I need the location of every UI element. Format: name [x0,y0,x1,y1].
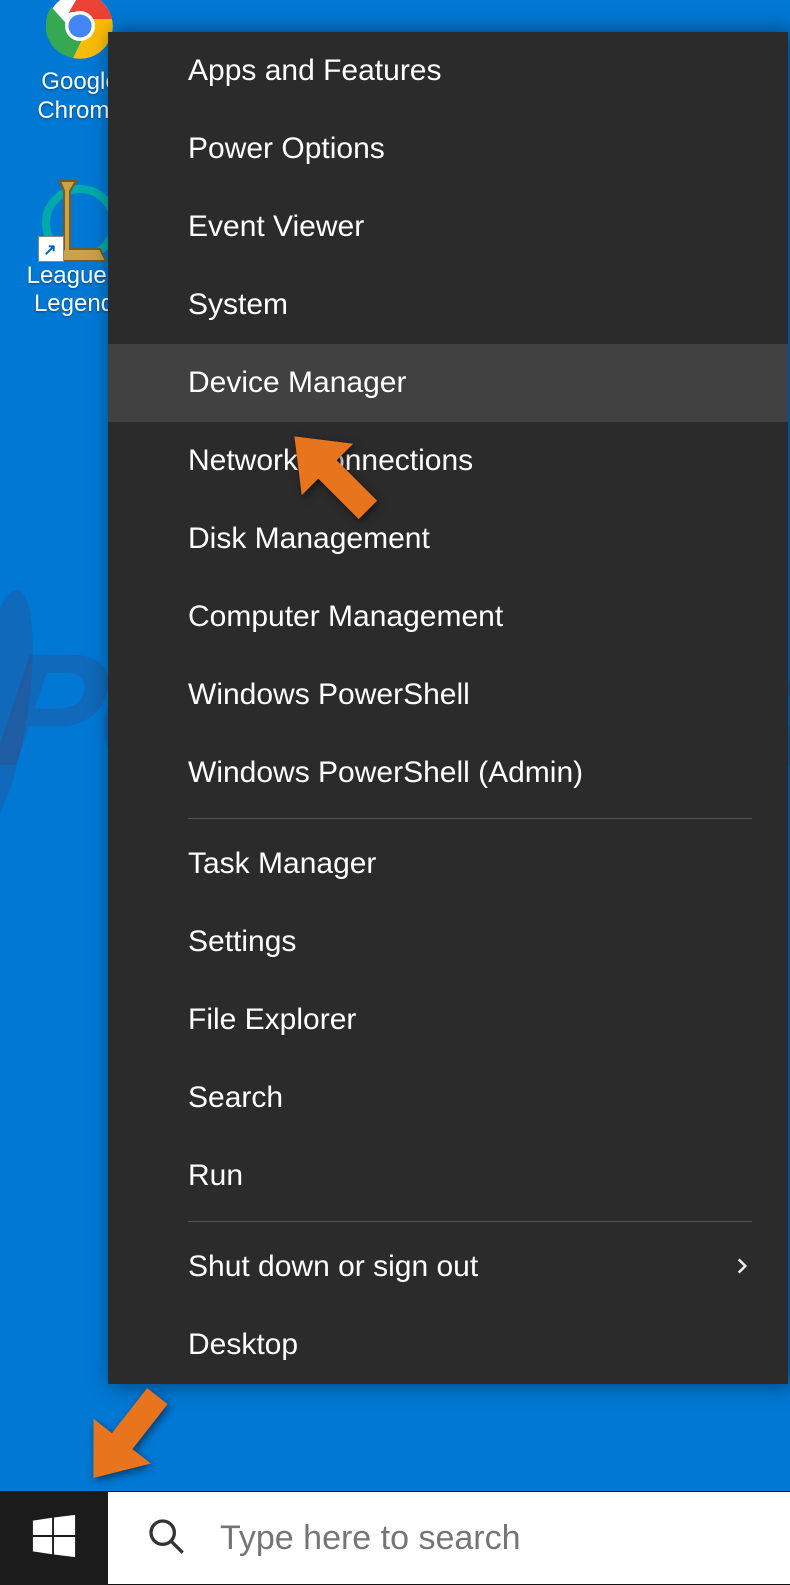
menu-item-label: Task Manager [188,847,376,881]
menu-item-label: Apps and Features [188,54,442,88]
menu-item-system[interactable]: System [108,266,788,344]
menu-item-label: Search [188,1081,283,1115]
menu-item-label: Computer Management [188,600,503,634]
menu-item-label: System [188,288,288,322]
menu-item-disk-management[interactable]: Disk Management [108,500,788,578]
menu-item-run[interactable]: Run [108,1137,788,1215]
menu-item-settings[interactable]: Settings [108,903,788,981]
menu-item-label: Event Viewer [188,210,364,244]
menu-item-desktop[interactable]: Desktop [108,1306,788,1384]
menu-item-task-manager[interactable]: Task Manager [108,825,788,903]
menu-item-computer-management[interactable]: Computer Management [108,578,788,656]
menu-item-label: Windows PowerShell (Admin) [188,756,583,790]
menu-item-device-manager[interactable]: Device Manager [108,344,788,422]
menu-separator [188,1221,752,1222]
taskbar [0,1491,790,1585]
menu-item-label: Settings [188,925,296,959]
menu-item-label: Disk Management [188,522,430,556]
search-input[interactable] [220,1519,790,1558]
search-icon [146,1516,186,1561]
taskbar-search-box[interactable] [108,1492,790,1584]
shortcut-arrow-icon [38,236,64,262]
menu-item-apps-and-features[interactable]: Apps and Features [108,32,788,110]
menu-item-file-explorer[interactable]: File Explorer [108,981,788,1059]
menu-item-label: Windows PowerShell [188,678,470,712]
menu-item-label: Device Manager [188,366,406,400]
start-button[interactable] [0,1491,108,1585]
windows-logo-icon [31,1513,77,1564]
menu-separator [188,818,752,819]
menu-item-windows-powershell-admin-[interactable]: Windows PowerShell (Admin) [108,734,788,812]
menu-item-event-viewer[interactable]: Event Viewer [108,188,788,266]
menu-item-label: File Explorer [188,1003,356,1037]
winx-context-menu: Apps and Features Power Options Event View… [108,32,788,1384]
menu-item-label: Shut down or sign out [188,1250,478,1284]
menu-item-label: Network Connections [188,444,473,478]
menu-item-windows-powershell[interactable]: Windows PowerShell [108,656,788,734]
menu-item-label: Desktop [188,1328,298,1362]
annotation-arrow-icon [62,1370,192,1500]
menu-item-search[interactable]: Search [108,1059,788,1137]
menu-item-label: Power Options [188,132,385,166]
menu-item-label: Run [188,1159,243,1193]
menu-item-power-options[interactable]: Power Options [108,110,788,188]
menu-item-network-connections[interactable]: Network Connections [108,422,788,500]
menu-item-shut-down-or-sign-out[interactable]: Shut down or sign out [108,1228,788,1306]
chevron-right-icon [732,1250,752,1284]
